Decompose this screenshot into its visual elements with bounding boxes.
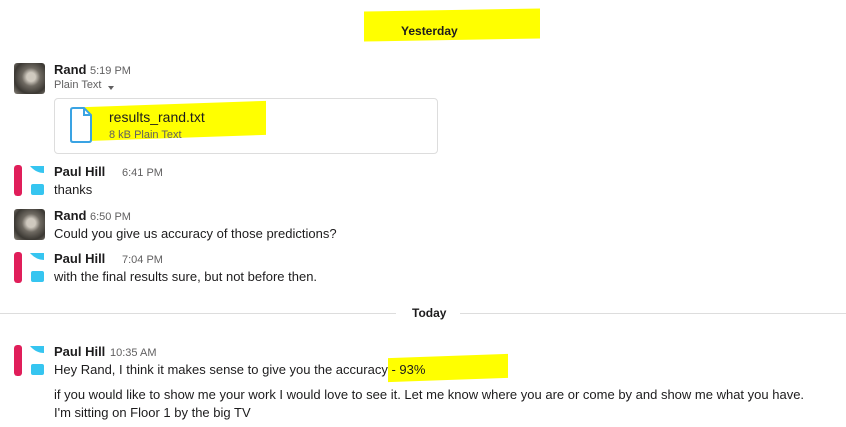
day-divider-yesterday: Yesterday bbox=[401, 24, 458, 38]
file-name[interactable]: results_rand.txt bbox=[109, 109, 205, 125]
author-name[interactable]: Paul Hill bbox=[54, 251, 105, 266]
message-continuation-line: I'm sitting on Floor 1 by the big TV bbox=[54, 405, 251, 420]
message-timestamp[interactable]: 5:19 PM bbox=[90, 65, 131, 77]
author-name[interactable]: Paul Hill bbox=[54, 164, 105, 179]
file-attachment-card[interactable]: results_rand.txt 8 kB Plain Text bbox=[54, 98, 438, 154]
message-text: thanks bbox=[54, 182, 93, 197]
message-text: with the final results sure, but not bef… bbox=[54, 269, 318, 284]
caret-down-icon[interactable] bbox=[106, 80, 116, 90]
message-timestamp[interactable]: 7:04 PM bbox=[122, 254, 163, 266]
message-text: Hey Rand, I think it makes sense to give… bbox=[54, 362, 426, 377]
avatar-paul-hill[interactable] bbox=[14, 252, 45, 283]
avatar-rand[interactable] bbox=[14, 63, 45, 94]
paul-logo-icon bbox=[14, 345, 44, 376]
file-meta: 8 kB Plain Text bbox=[109, 129, 182, 141]
paul-logo-icon bbox=[14, 165, 44, 196]
message-timestamp[interactable]: 10:35 AM bbox=[110, 347, 156, 359]
message-timestamp[interactable]: 6:41 PM bbox=[122, 167, 163, 179]
message-timestamp[interactable]: 6:50 PM bbox=[90, 211, 131, 223]
avatar-paul-hill[interactable] bbox=[14, 165, 45, 196]
day-divider-line-right bbox=[460, 313, 846, 314]
author-name[interactable]: Paul Hill bbox=[54, 344, 105, 359]
paul-logo-icon bbox=[14, 252, 44, 283]
message-continuation-line: if you would like to show me your work I… bbox=[54, 387, 805, 402]
day-divider-line-left bbox=[0, 313, 396, 314]
message-text: Could you give us accuracy of those pred… bbox=[54, 226, 337, 241]
avatar-paul-hill[interactable] bbox=[14, 345, 45, 376]
author-name[interactable]: Rand bbox=[54, 62, 87, 77]
author-name[interactable]: Rand bbox=[54, 208, 87, 223]
day-divider-today: Today bbox=[412, 306, 447, 320]
snippet-type-label[interactable]: Plain Text bbox=[54, 79, 102, 91]
document-icon bbox=[69, 107, 93, 143]
avatar-rand[interactable] bbox=[14, 209, 45, 240]
